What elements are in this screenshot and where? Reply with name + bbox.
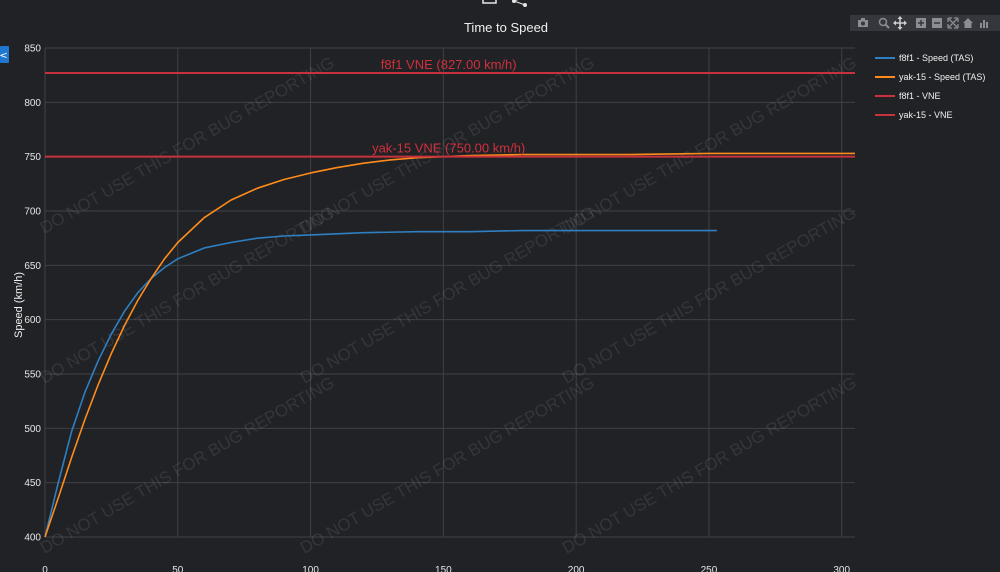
- x-tick-label: 200: [568, 565, 585, 572]
- watermark-text: DO NOT USE THIS FOR BUG REPORTING: [37, 53, 338, 238]
- y-tick-label: 450: [24, 478, 41, 489]
- x-tick-label: 50: [172, 565, 184, 572]
- y-tick-label: 750: [24, 152, 41, 163]
- vne-annotation: f8f1 VNE (827.00 km/h): [381, 57, 517, 72]
- square-icon[interactable]: [482, 0, 497, 4]
- x-tick-label: 0: [42, 565, 48, 572]
- y-tick-label: 800: [24, 98, 41, 109]
- legend-item[interactable]: f8f1 - VNE: [875, 91, 941, 101]
- y-tick-label: 550: [24, 370, 41, 381]
- watermark-text: DO NOT USE THIS FOR BUG REPORTING: [37, 203, 338, 388]
- x-tick-label: 100: [302, 565, 319, 572]
- legend-item[interactable]: yak-15 - VNE: [875, 110, 953, 120]
- legend-label: yak-15 - Speed (TAS): [899, 72, 985, 82]
- y-tick-label: 650: [24, 261, 41, 272]
- legend-item[interactable]: yak-15 - Speed (TAS): [875, 72, 985, 82]
- legend[interactable]: f8f1 - Speed (TAS) yak-15 - Speed (TAS) f8…: [875, 53, 985, 120]
- legend-label: f8f1 - VNE: [899, 91, 941, 101]
- x-tick-label: 150: [435, 565, 452, 572]
- zoom-out-icon[interactable]: [932, 18, 942, 28]
- chart-container: DO NOT USE THIS FOR BUG REPORTING DO NOT …: [0, 0, 1000, 572]
- y-tick-label: 850: [24, 44, 41, 55]
- y-tick-label: 500: [24, 424, 41, 435]
- time-to-speed-chart: DO NOT USE THIS FOR BUG REPORTINGDO NOT …: [0, 0, 1000, 572]
- watermark-text: DO NOT USE THIS FOR BUG REPORTING: [297, 373, 598, 558]
- x-tick-label: 300: [833, 565, 850, 572]
- side-panel-tab[interactable]: <: [0, 46, 9, 63]
- side-tab-label: <: [0, 51, 8, 62]
- y-tick-label: 700: [24, 207, 41, 218]
- legend-label: f8f1 - Speed (TAS): [899, 53, 973, 63]
- share-icon[interactable]: [512, 0, 527, 7]
- y-tick-label: 600: [24, 315, 41, 326]
- y-tick-label: 400: [24, 533, 41, 544]
- vne-annotation: yak-15 VNE (750.00 km/h): [372, 141, 525, 156]
- y-axis-title: Speed (km/h): [13, 272, 25, 338]
- watermark: DO NOT USE THIS FOR BUG REPORTINGDO NOT …: [37, 53, 860, 558]
- x-tick-label: 250: [701, 565, 718, 572]
- zoom-in-icon[interactable]: [916, 18, 926, 28]
- legend-label: yak-15 - VNE: [899, 110, 953, 120]
- chart-title: Time to Speed: [464, 20, 548, 35]
- modebar: [850, 15, 1000, 31]
- legend-item[interactable]: f8f1 - Speed (TAS): [875, 53, 973, 63]
